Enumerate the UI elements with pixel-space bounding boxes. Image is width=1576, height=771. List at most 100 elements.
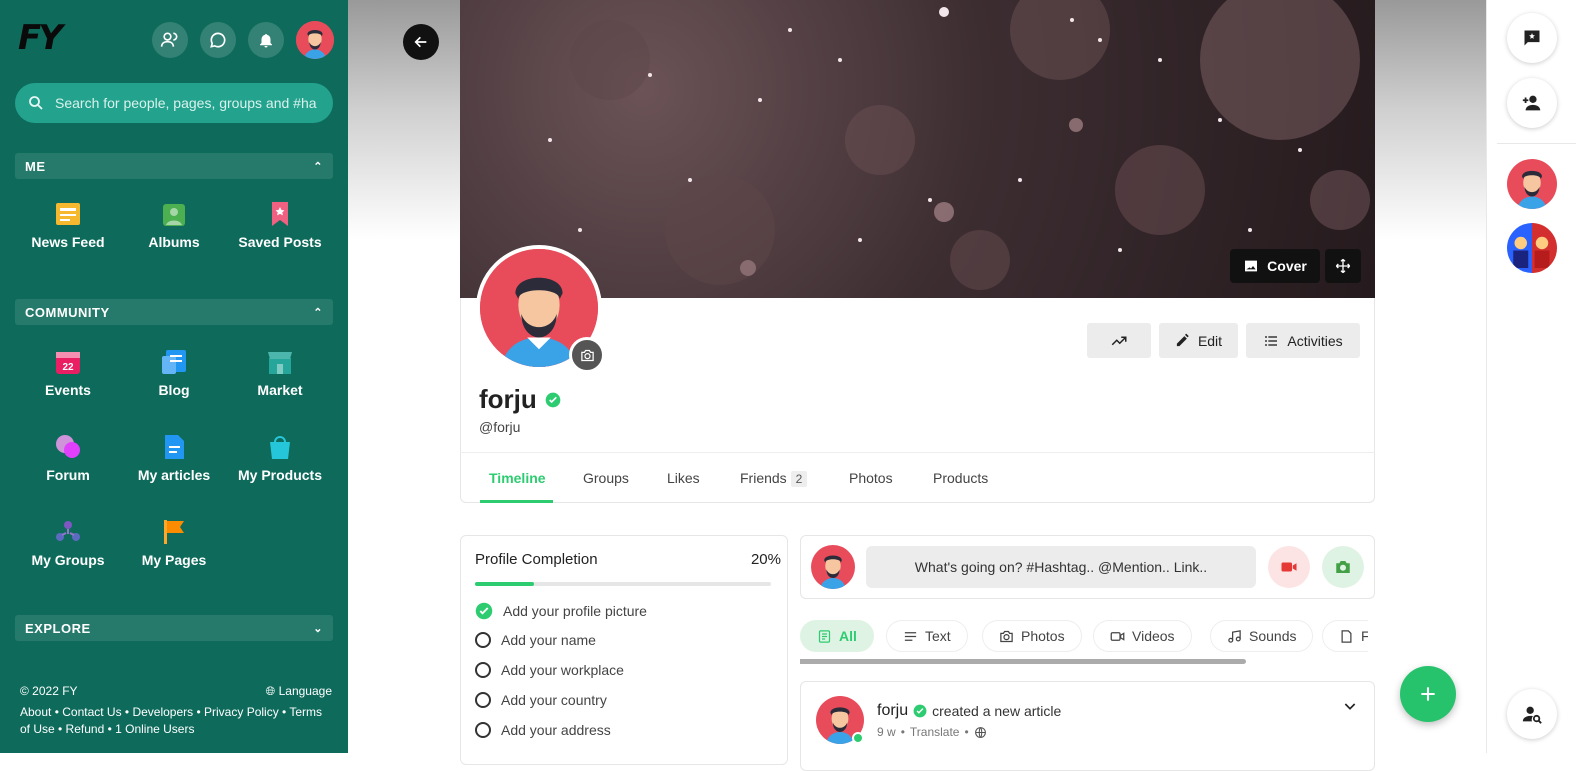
arrow-left-icon: [414, 36, 427, 48]
section-me[interactable]: ME ⌃: [15, 153, 333, 179]
activities-button[interactable]: Activities: [1246, 323, 1360, 358]
translate-link[interactable]: Translate: [910, 725, 960, 739]
text-icon: [904, 631, 917, 641]
sidebar-item-my-pages[interactable]: My Pages: [121, 518, 227, 568]
tab-timeline[interactable]: Timeline: [489, 470, 546, 486]
reposition-button[interactable]: [1325, 249, 1361, 283]
completion-progress-fill: [475, 582, 535, 586]
live-video-button[interactable]: [1268, 546, 1310, 588]
tab-friends[interactable]: Friends 2: [740, 470, 808, 487]
trending-icon: [1111, 336, 1127, 345]
cover-button[interactable]: Cover: [1230, 249, 1320, 283]
filter-scrollbar[interactable]: [800, 659, 1246, 664]
completion-item-label: Add your address: [501, 722, 611, 738]
filter-text[interactable]: Text: [886, 620, 968, 652]
right-rail: [1486, 0, 1576, 753]
filter-photos[interactable]: Photos: [982, 620, 1082, 652]
activities-label: Activities: [1287, 332, 1343, 349]
chat-contact-avatar[interactable]: [1507, 159, 1557, 209]
find-people-button[interactable]: [1507, 689, 1557, 739]
sidebar-item-albums[interactable]: Albums: [121, 200, 227, 250]
add-friend-button[interactable]: [1507, 78, 1557, 128]
article-icon: [165, 435, 184, 459]
sidebar-item-my-products[interactable]: My Products: [227, 433, 333, 483]
sidebar-item-my-articles[interactable]: My articles: [121, 433, 227, 483]
sidebar-item-label: My Pages: [141, 552, 207, 568]
groups-icon: [56, 521, 80, 541]
stats-button[interactable]: [1087, 323, 1151, 358]
completion-item[interactable]: Add your workplace: [475, 662, 624, 678]
app-logo[interactable]: FY: [18, 18, 63, 58]
music-note-icon: [1228, 629, 1241, 643]
albums-icon: [163, 204, 185, 226]
filter-sounds[interactable]: Sounds: [1210, 620, 1314, 652]
sidebar-item-label: Albums: [148, 234, 200, 250]
post-time[interactable]: 9 w: [877, 725, 896, 739]
section-community-label: COMMUNITY: [25, 304, 110, 320]
composer-input[interactable]: What's going on? #Hashtag.. @Mention.. L…: [866, 546, 1256, 588]
search-input[interactable]: Search for people, pages, groups and #ha: [55, 95, 317, 111]
edit-button[interactable]: Edit: [1159, 323, 1238, 358]
language-link[interactable]: 🌐︎ Language: [266, 683, 332, 700]
camera-icon: [580, 349, 594, 361]
tab-likes[interactable]: Likes: [667, 470, 700, 486]
globe-icon: 🌐︎: [265, 684, 276, 698]
profile-tabs: Timeline Groups Likes Friends 2 Photos P…: [460, 452, 1375, 503]
post-options-chevron-icon[interactable]: [1342, 698, 1358, 719]
sidebar-item-news-feed[interactable]: News Feed: [15, 200, 121, 250]
profile-handle: @forju: [479, 419, 521, 435]
bell-icon[interactable]: [248, 22, 284, 58]
cover-photo: Cover: [460, 0, 1375, 298]
chat-contact-avatar[interactable]: [1507, 223, 1557, 273]
video-icon: [1110, 631, 1125, 641]
sidebar-item-blog[interactable]: Blog: [121, 348, 227, 398]
chevron-down-icon[interactable]: ⌄: [313, 622, 323, 635]
filter-all[interactable]: All: [800, 620, 874, 652]
check-circle-icon: [475, 602, 493, 620]
copyright: © 2022 FY: [20, 684, 78, 698]
globe-icon: [974, 726, 986, 738]
section-explore[interactable]: EXPLORE ⌄: [15, 615, 333, 641]
sidebar-item-label: Blog: [158, 382, 190, 398]
footer-links[interactable]: About • Contact Us • Developers • Privac…: [20, 704, 332, 738]
chevron-up-icon[interactable]: ⌃: [313, 160, 323, 173]
tab-groups[interactable]: Groups: [583, 470, 629, 486]
completion-item[interactable]: Add your name: [475, 632, 596, 648]
flag-icon: [164, 520, 184, 544]
user-avatar[interactable]: [296, 21, 334, 59]
change-avatar-button[interactable]: [569, 337, 605, 373]
active-tab-indicator: [480, 500, 553, 503]
completion-item[interactable]: Add your address: [475, 722, 611, 738]
completion-progress-track: [475, 582, 771, 586]
section-community[interactable]: COMMUNITY ⌃: [15, 299, 333, 325]
completion-item-label: Add your profile picture: [503, 603, 647, 619]
sidebar-item-market[interactable]: Market: [227, 348, 333, 398]
search-bar[interactable]: Search for people, pages, groups and #ha: [15, 83, 333, 123]
sidebar-item-forum[interactable]: Forum: [15, 433, 121, 483]
circle-icon: [475, 662, 491, 678]
tab-photos[interactable]: Photos: [849, 470, 893, 486]
sidebar-item-my-groups[interactable]: My Groups: [15, 518, 121, 568]
filter-videos-label: Videos: [1132, 628, 1175, 644]
tab-products[interactable]: Products: [933, 470, 988, 486]
photo-upload-button[interactable]: [1322, 546, 1364, 588]
back-button[interactable]: [403, 24, 439, 60]
messages-icon[interactable]: [200, 22, 236, 58]
completion-item[interactable]: Add your profile picture: [475, 602, 647, 620]
sidebar-item-label: My Groups: [31, 552, 105, 568]
filter-videos[interactable]: Videos: [1093, 620, 1192, 652]
chevron-up-icon[interactable]: ⌃: [313, 306, 323, 319]
circle-icon: [475, 722, 491, 738]
filter-more[interactable]: F: [1322, 620, 1368, 652]
completion-item[interactable]: Add your country: [475, 692, 607, 708]
new-message-button[interactable]: [1507, 13, 1557, 63]
completion-percent: 20%: [750, 551, 781, 568]
sidebar: FY Search for people, pages, groups and …: [0, 0, 348, 753]
friends-icon[interactable]: [152, 22, 188, 58]
sidebar-item-events[interactable]: 22 Events: [15, 348, 121, 398]
post-author[interactable]: forju: [877, 702, 908, 720]
sidebar-item-saved-posts[interactable]: Saved Posts: [227, 200, 333, 250]
completion-item-label: Add your country: [501, 692, 607, 708]
edit-label: Edit: [1197, 332, 1223, 349]
create-post-fab[interactable]: [1400, 666, 1456, 722]
